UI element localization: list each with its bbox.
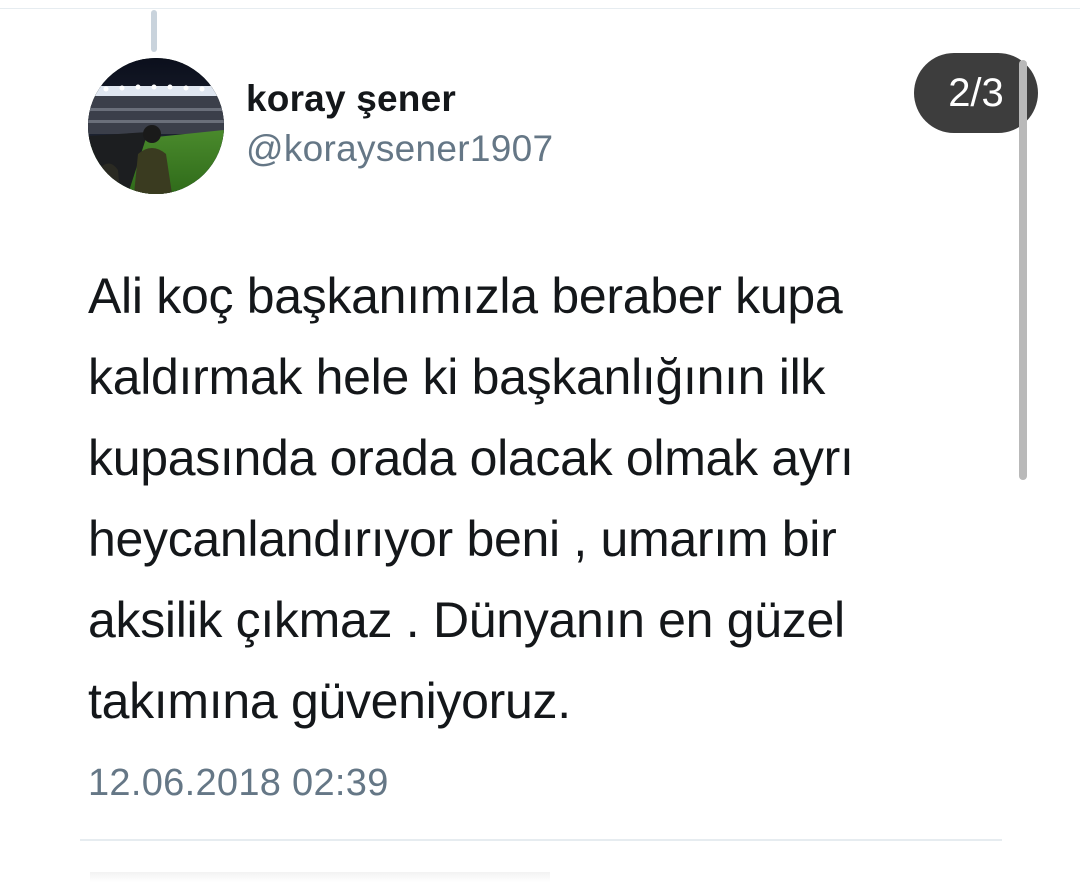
- thread-connector-line: [151, 10, 157, 52]
- tweet-text-line: takımına güveniyoruz.: [88, 673, 571, 729]
- author-handle[interactable]: @koraysener1907: [246, 128, 553, 170]
- vertical-scrollbar[interactable]: [1019, 60, 1027, 480]
- tweet-text-line: Ali koç başkanımızla beraber kupa: [88, 268, 843, 324]
- tweet-text: Ali koç başkanımızla beraber kupa kaldır…: [88, 256, 988, 742]
- author-display-name[interactable]: koray şener: [246, 78, 456, 120]
- next-content-edge: [90, 872, 550, 882]
- tweet-text-line: kaldırmak hele ki başkanlığının ilk: [88, 349, 826, 405]
- avatar[interactable]: [88, 58, 224, 194]
- bottom-divider: [80, 839, 1002, 841]
- tweet-text-line: kupasında orada olacak olmak ayrı: [88, 430, 854, 486]
- tweet-text-line: aksilik çıkmaz . Dünyanın en güzel: [88, 592, 845, 648]
- top-divider: [0, 8, 1080, 9]
- stadium-photo-avatar-icon: [88, 58, 224, 194]
- tweet-timestamp[interactable]: 12.06.2018 02:39: [88, 762, 389, 805]
- tweet-text-line: heycanlandırıyor beni , umarım bir: [88, 511, 837, 567]
